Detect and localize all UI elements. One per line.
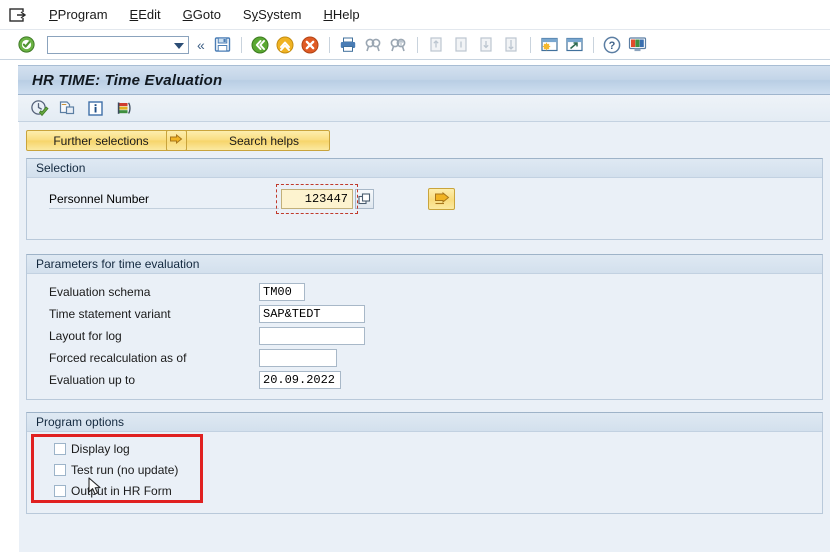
system-toolbar: « ? — [0, 30, 830, 60]
menu-item-edit[interactable]: EEdit — [119, 5, 172, 24]
layout-for-log-label: Layout for log — [49, 329, 122, 343]
menu-item-help[interactable]: HHelp — [312, 5, 370, 24]
get-variant-icon[interactable] — [56, 98, 78, 119]
display-log-row[interactable]: Display log — [27, 438, 822, 459]
first-page-icon — [426, 34, 447, 55]
menu-label-goto: Goto — [192, 7, 221, 22]
toolbar-separator — [240, 36, 242, 53]
menu-label-help: Help — [332, 7, 360, 22]
personnel-number-row: Personnel Number — [27, 184, 822, 214]
create-shortcut-icon[interactable] — [564, 34, 585, 55]
customize-layout-icon[interactable] — [627, 34, 648, 55]
svg-text:?: ? — [609, 40, 616, 52]
yellow-arrow-icon — [166, 130, 187, 151]
save-icon[interactable] — [212, 34, 233, 55]
menu-item-goto[interactable]: GGoto — [172, 5, 232, 24]
evaluation-schema-row: Evaluation schema — [27, 281, 822, 303]
execute-icon[interactable] — [28, 98, 50, 119]
menu-label-edit: Edit — [138, 7, 161, 22]
last-page-icon — [501, 34, 522, 55]
information-icon[interactable] — [84, 98, 106, 119]
exit-icon[interactable] — [275, 34, 296, 55]
help-icon[interactable]: ? — [602, 34, 623, 55]
menu-item-system[interactable]: SySystem — [232, 5, 313, 24]
selection-screen-content: Further selections Search helps Selectio… — [18, 122, 830, 552]
display-log-checkbox[interactable] — [54, 442, 66, 455]
forced-recalculation-label: Forced recalculation as of — [49, 351, 187, 365]
evaluation-up-to-input[interactable] — [259, 371, 341, 389]
toolbar-separator — [592, 36, 594, 53]
test-run-label: Test run (no update) — [71, 462, 179, 477]
print-icon[interactable] — [338, 34, 359, 55]
find-next-icon[interactable] — [388, 34, 409, 55]
menu-bar: PProgram EEdit GGoto SySystem HHelp — [0, 0, 830, 30]
field-underline — [49, 208, 279, 209]
search-helps-label: Search helps — [228, 133, 300, 148]
command-field[interactable] — [47, 35, 189, 54]
multiple-selection-icon[interactable] — [112, 98, 134, 119]
selection-group-spacer — [27, 213, 822, 231]
output-hr-form-label: Output in HR Form — [71, 483, 172, 498]
further-selections-button[interactable]: Further selections — [26, 130, 176, 151]
forced-recalculation-input[interactable] — [259, 349, 337, 367]
menu-label-program: Program — [57, 7, 108, 22]
dynamic-selections-button[interactable] — [428, 188, 455, 210]
parameters-group: Parameters for time evaluation Evaluatio… — [26, 254, 823, 400]
personnel-number-label: Personnel Number — [49, 192, 150, 206]
display-log-label: Display log — [71, 441, 130, 456]
screen-title-bar: HR TIME: Time Evaluation — [18, 65, 830, 95]
output-hr-form-row[interactable]: Output in HR Form — [27, 480, 822, 501]
evaluation-up-to-row: Evaluation up to — [27, 369, 822, 391]
create-session-icon[interactable] — [539, 34, 560, 55]
menu-label-system: System — [258, 7, 302, 22]
command-input[interactable] — [48, 37, 172, 52]
personnel-number-field-wrap — [276, 184, 358, 214]
menu-item-program[interactable]: PProgram — [38, 5, 119, 24]
program-options-group-body: Display log Test run (no update) Output … — [27, 432, 822, 513]
time-statement-variant-label: Time statement variant — [49, 307, 171, 321]
sap-logo-icon[interactable] — [8, 6, 28, 24]
back-icon[interactable] — [250, 34, 271, 55]
output-hr-form-checkbox[interactable] — [54, 484, 66, 497]
parameters-group-header: Parameters for time evaluation — [27, 255, 822, 274]
time-statement-variant-row: Time statement variant — [27, 303, 822, 325]
page-title: HR TIME: Time Evaluation — [32, 71, 223, 89]
next-page-icon — [476, 34, 497, 55]
toolbar-separator — [529, 36, 531, 53]
parameters-group-body: Evaluation schema Time statement variant… — [27, 274, 822, 399]
evaluation-schema-label: Evaluation schema — [49, 285, 151, 299]
search-helps-button[interactable]: Search helps — [166, 130, 330, 151]
selection-buttons-row: Further selections Search helps — [19, 122, 830, 151]
test-run-row[interactable]: Test run (no update) — [27, 459, 822, 480]
toolbar-separator — [416, 36, 418, 53]
forced-recalculation-row: Forced recalculation as of — [27, 347, 822, 369]
multiple-selection-button[interactable] — [355, 189, 374, 209]
evaluation-up-to-label: Evaluation up to — [49, 373, 136, 387]
double-chevron-left-icon[interactable]: « — [197, 38, 205, 52]
selection-group-header: Selection — [27, 159, 822, 178]
time-statement-variant-input[interactable] — [259, 305, 365, 323]
find-icon[interactable] — [363, 34, 384, 55]
cancel-icon[interactable] — [300, 34, 321, 55]
personnel-number-input[interactable] — [281, 189, 353, 209]
selection-group: Selection Personnel Number — [26, 158, 823, 240]
toolbar-separator — [328, 36, 330, 53]
green-check-icon[interactable] — [16, 34, 37, 55]
program-options-group: Program options Display log Test run (no… — [26, 412, 823, 514]
layout-for-log-row: Layout for log — [27, 325, 822, 347]
evaluation-schema-input[interactable] — [259, 283, 305, 301]
program-options-group-header: Program options — [27, 413, 822, 432]
application-toolbar — [18, 95, 830, 122]
test-run-checkbox[interactable] — [54, 463, 66, 476]
selection-group-body: Personnel Number — [27, 178, 822, 239]
chevron-down-icon[interactable] — [174, 42, 184, 49]
previous-page-icon — [451, 34, 472, 55]
layout-for-log-input[interactable] — [259, 327, 365, 345]
